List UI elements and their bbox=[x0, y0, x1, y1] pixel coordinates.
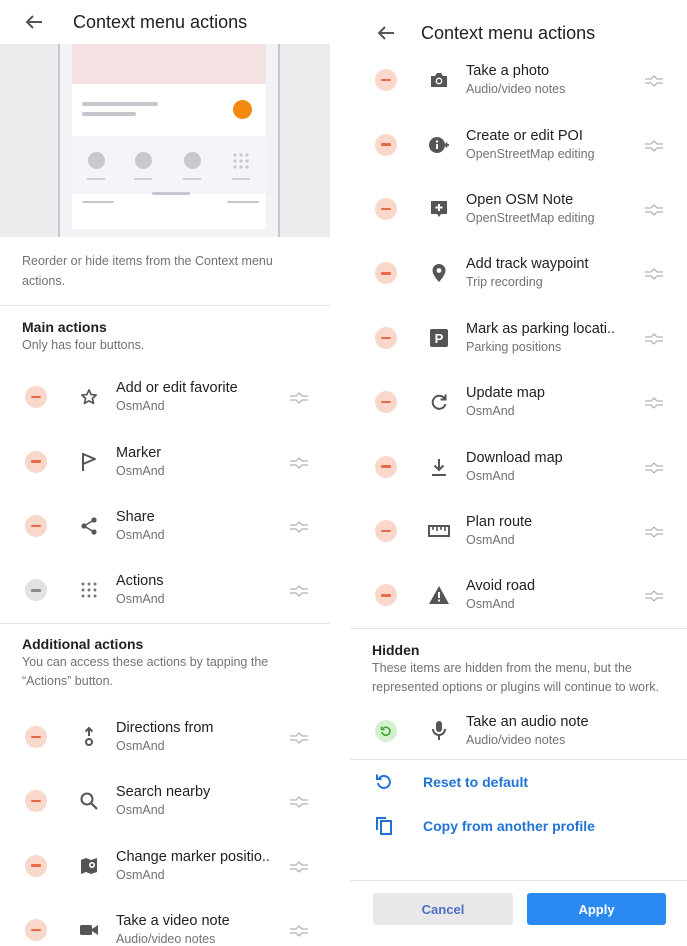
reset-to-default-button[interactable]: Reset to default bbox=[350, 760, 687, 804]
copy-icon bbox=[374, 816, 394, 836]
list-item[interactable]: Download map OsmAnd bbox=[350, 434, 687, 498]
video-camera-icon bbox=[78, 919, 100, 941]
download-icon bbox=[428, 456, 450, 478]
main-actions-header: Main actions Only has four buttons. bbox=[0, 306, 330, 355]
reset-icon bbox=[374, 772, 394, 792]
phone-illustration bbox=[58, 44, 280, 237]
remove-item-button[interactable] bbox=[25, 386, 47, 409]
drag-handle-icon[interactable] bbox=[290, 520, 308, 533]
remove-item-button[interactable] bbox=[25, 514, 47, 537]
refresh-icon bbox=[428, 391, 450, 413]
map-marker-move-icon bbox=[78, 855, 100, 877]
list-item[interactable]: Take a photo Audio/video notes bbox=[350, 48, 687, 112]
drag-handle-icon[interactable] bbox=[290, 584, 308, 598]
remove-item-button[interactable] bbox=[25, 854, 47, 877]
drag-handle-icon[interactable] bbox=[645, 461, 663, 474]
dots-grid-icon bbox=[78, 579, 100, 601]
apply-button[interactable]: Apply bbox=[527, 893, 666, 925]
ruler-icon bbox=[428, 520, 450, 542]
osm-note-icon bbox=[428, 198, 450, 220]
list-item[interactable]: Add or edit favorite OsmAnd bbox=[0, 365, 330, 429]
list-item[interactable]: Change marker positio.. OsmAnd bbox=[0, 833, 330, 897]
list-item-hidden[interactable]: Take an audio note Audio/video notes bbox=[350, 703, 687, 759]
drag-handle-icon[interactable] bbox=[645, 396, 663, 410]
drag-handle-icon[interactable] bbox=[645, 74, 663, 88]
drag-handle-icon[interactable] bbox=[645, 203, 663, 216]
drag-handle-icon[interactable] bbox=[645, 525, 663, 538]
back-arrow-icon[interactable] bbox=[372, 19, 400, 47]
remove-item-button[interactable] bbox=[375, 391, 397, 414]
share-icon bbox=[78, 515, 100, 537]
list-item[interactable]: Take a video note Audio/video notes bbox=[0, 898, 330, 946]
remove-item-button[interactable] bbox=[25, 790, 47, 813]
list-item[interactable]: Avoid road OsmAnd bbox=[350, 563, 687, 627]
list-item[interactable]: Create or edit POI OpenStreetMap editing bbox=[350, 112, 687, 176]
camera-icon bbox=[428, 69, 450, 91]
list-item[interactable]: Plan route OsmAnd bbox=[350, 499, 687, 563]
drag-handle-icon[interactable] bbox=[290, 391, 308, 405]
hidden-actions-header: Hidden These items are hidden from the m… bbox=[350, 629, 687, 697]
list-item[interactable]: Share OsmAnd bbox=[0, 494, 330, 558]
remove-item-button[interactable] bbox=[375, 197, 397, 220]
remove-item-button[interactable] bbox=[375, 455, 397, 478]
star-icon bbox=[78, 386, 100, 408]
restore-item-button[interactable] bbox=[375, 719, 397, 742]
flag-icon bbox=[78, 451, 100, 473]
directions-from-icon bbox=[78, 726, 100, 748]
remove-item-button[interactable] bbox=[375, 133, 397, 156]
page-title: Context menu actions bbox=[73, 11, 248, 32]
remove-item-button-disabled bbox=[25, 579, 47, 602]
left-screen: Context menu actions Reorder or hide ite… bbox=[0, 0, 330, 946]
app-bar: Context menu actions bbox=[0, 0, 330, 44]
remove-item-button[interactable] bbox=[375, 326, 397, 349]
section-subtitle: Only has four buttons. bbox=[22, 338, 145, 352]
section-subtitle: You can access these actions by tapping … bbox=[22, 654, 269, 688]
drag-handle-icon[interactable] bbox=[290, 731, 308, 744]
list-item[interactable]: Search nearby OsmAnd bbox=[0, 769, 330, 833]
remove-item-button[interactable] bbox=[25, 918, 47, 941]
marker-dot-illustration bbox=[233, 100, 252, 119]
remove-item-button[interactable] bbox=[375, 69, 397, 92]
drag-handle-icon[interactable] bbox=[290, 924, 308, 937]
back-arrow-icon[interactable] bbox=[20, 8, 48, 36]
remove-item-button[interactable] bbox=[25, 725, 47, 748]
drag-handle-icon[interactable] bbox=[290, 456, 308, 469]
list-item[interactable]: Actions OsmAnd bbox=[0, 558, 330, 622]
list-item[interactable]: P Mark as parking locati.. Parking posit… bbox=[350, 306, 687, 370]
microphone-icon bbox=[428, 720, 450, 742]
bottom-action-bar: Cancel Apply bbox=[350, 880, 687, 946]
parking-icon: P bbox=[428, 327, 450, 349]
section-title: Main actions bbox=[22, 319, 107, 335]
list-item[interactable]: Open OSM Note OpenStreetMap editing bbox=[350, 177, 687, 241]
list-item[interactable]: Marker OsmAnd bbox=[0, 429, 330, 493]
screen-description: Reorder or hide items from the Context m… bbox=[22, 254, 273, 288]
drag-handle-icon[interactable] bbox=[645, 589, 663, 603]
drag-handle-icon[interactable] bbox=[645, 139, 663, 152]
poi-edit-icon bbox=[428, 134, 450, 156]
list-item[interactable]: Add track waypoint Trip recording bbox=[350, 241, 687, 305]
drag-handle-icon[interactable] bbox=[290, 795, 308, 809]
list-item[interactable]: Update map OsmAnd bbox=[350, 370, 687, 434]
search-icon bbox=[78, 790, 100, 812]
page-title: Context menu actions bbox=[421, 22, 596, 43]
section-subtitle: These items are hidden from the menu, bu… bbox=[372, 660, 659, 694]
remove-item-button[interactable] bbox=[25, 450, 47, 473]
svg-text:P: P bbox=[435, 331, 444, 346]
remove-item-button[interactable] bbox=[375, 519, 397, 542]
map-pin-icon bbox=[428, 262, 450, 284]
copy-from-profile-button[interactable]: Copy from another profile bbox=[350, 804, 687, 848]
cancel-button[interactable]: Cancel bbox=[373, 893, 513, 925]
right-screen: Context menu actions Take a photo Audio/… bbox=[350, 0, 687, 946]
list-item[interactable]: Directions from OsmAnd bbox=[0, 705, 330, 769]
drag-handle-icon[interactable] bbox=[290, 860, 308, 873]
section-title: Additional actions bbox=[22, 635, 144, 652]
section-title: Hidden bbox=[372, 641, 420, 658]
drag-handle-icon[interactable] bbox=[645, 332, 663, 345]
context-menu-preview-illustration bbox=[0, 44, 330, 237]
remove-item-button[interactable] bbox=[375, 584, 397, 607]
remove-item-button[interactable] bbox=[375, 262, 397, 285]
additional-actions-header: Additional actions You can access these … bbox=[0, 624, 330, 691]
drag-handle-icon[interactable] bbox=[645, 267, 663, 281]
warning-icon bbox=[428, 584, 450, 606]
